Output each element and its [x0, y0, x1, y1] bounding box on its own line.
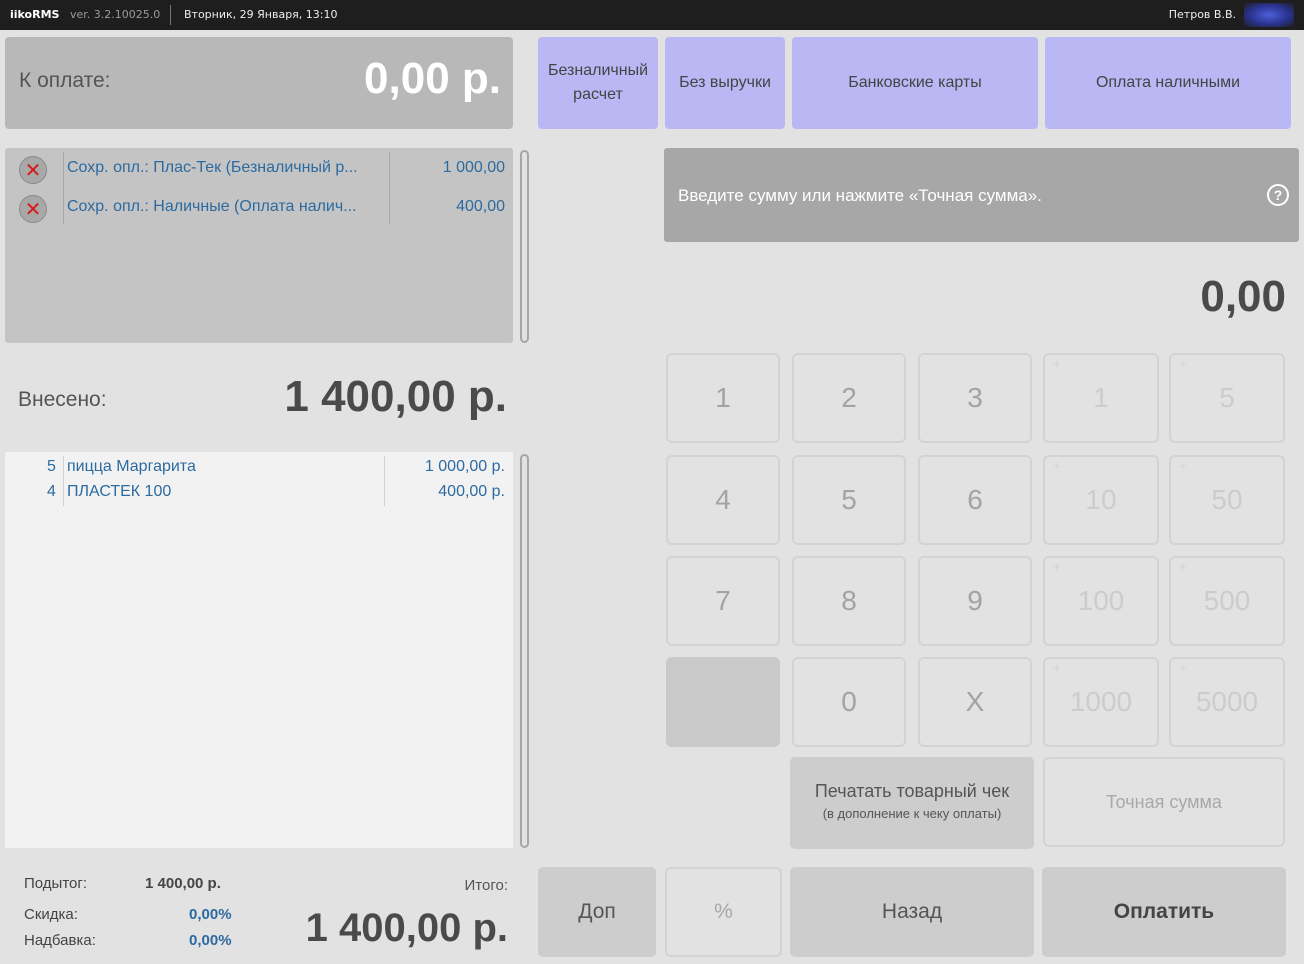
quick-add-1000[interactable]: +1000: [1043, 657, 1159, 747]
item-name: ПЛАСТЕК 100: [67, 483, 172, 500]
total-label: Итого:: [464, 877, 508, 894]
app-version: ver. 3.2.10025.0: [70, 8, 161, 21]
quick-add-value: 1: [1093, 382, 1109, 413]
plus-icon: +: [1053, 356, 1061, 371]
saved-payment-row[interactable]: ✕ Сохр. опл.: Плас-Тек (Безналичный р...…: [5, 154, 513, 184]
print-receipt-title: Печатать товарный чек: [814, 781, 1010, 801]
instruction-banner: Введите сумму или нажмите «Точная сумма»…: [664, 148, 1299, 242]
saved-payment-label: Сохр. опл.: Плас-Тек (Безналичный р...: [67, 159, 358, 176]
quick-add-value: 10: [1085, 484, 1117, 515]
user-name: Петров В.В.: [1168, 8, 1236, 21]
saved-payments-list: ✕ Сохр. опл.: Плас-Тек (Безналичный р...…: [5, 148, 513, 343]
item-amount: 400,00 р.: [438, 483, 505, 500]
order-items-list: 5 пицца Маргарита 1 000,00 р. 4 ПЛАСТЕК …: [5, 452, 513, 848]
plus-icon: +: [1179, 660, 1187, 675]
payment-no-revenue-button[interactable]: Без выручки: [665, 37, 785, 129]
quick-add-1[interactable]: +1: [1043, 353, 1159, 443]
quick-add-value: 5000: [1195, 686, 1259, 717]
pay-button[interactable]: Оплатить: [1042, 867, 1286, 957]
top-bar: iikoRMS ver. 3.2.10025.0 Вторник, 29 Янв…: [0, 0, 1304, 30]
item-name: пицца Маргарита: [67, 458, 196, 475]
totals-panel: Подытог: 1 400,00 р. Скидка: 0,00% Надба…: [5, 856, 513, 960]
saved-payment-row[interactable]: ✕ Сохр. опл.: Наличные (Оплата налич... …: [5, 193, 513, 223]
order-items-scrollbar[interactable]: [520, 454, 529, 848]
key-2[interactable]: 2: [792, 353, 906, 443]
order-item-row[interactable]: 4 ПЛАСТЕК 100 400,00 р.: [5, 481, 513, 506]
payment-cashless-button[interactable]: Безналичный расчет: [538, 37, 658, 129]
help-icon[interactable]: ?: [1267, 184, 1289, 206]
plus-icon: +: [1179, 559, 1187, 574]
instruction-text: Введите сумму или нажмите «Точная сумма»…: [678, 186, 1042, 205]
quick-add-value: 5: [1219, 382, 1235, 413]
to-pay-label: К оплате:: [19, 69, 111, 92]
quick-add-value: 500: [1203, 585, 1251, 616]
print-receipt-subtitle: (в дополнение к чеку оплаты): [822, 806, 1002, 821]
date-time: Вторник, 29 Января, 13:10: [184, 8, 338, 21]
quick-add-10[interactable]: +10: [1043, 455, 1159, 545]
quick-add-value: 100: [1077, 585, 1125, 616]
app-brand: iikoRMS: [10, 8, 60, 21]
key-5[interactable]: 5: [792, 455, 906, 545]
quick-add-5[interactable]: +5: [1169, 353, 1285, 443]
exact-amount-button[interactable]: Точная сумма: [1043, 757, 1285, 847]
to-pay-value: 0,00 р.: [364, 54, 501, 103]
key-0[interactable]: 0: [792, 657, 906, 747]
key-9[interactable]: 9: [918, 556, 1032, 646]
divider: [170, 5, 171, 25]
to-pay-panel: К оплате: 0,00 р.: [5, 37, 513, 129]
deposited-label: Внесено:: [18, 388, 107, 411]
item-amount: 1 000,00 р.: [424, 458, 505, 475]
saved-payment-amount: 400,00: [456, 198, 505, 215]
total-value: 1 400,00 р.: [305, 906, 508, 950]
plus-icon: +: [1179, 356, 1187, 371]
key-6[interactable]: 6: [918, 455, 1032, 545]
remove-payment-icon[interactable]: ✕: [19, 195, 47, 223]
print-receipt-button[interactable]: Печатать товарный чек (в дополнение к че…: [790, 757, 1034, 849]
more-button[interactable]: Доп: [538, 867, 656, 957]
user-avatar[interactable]: [1244, 3, 1294, 27]
plus-icon: +: [1179, 458, 1187, 473]
payment-bank-cards-button[interactable]: Банковские карты: [792, 37, 1038, 129]
plus-icon: +: [1053, 458, 1061, 473]
surcharge-label: Надбавка:: [24, 932, 96, 949]
quick-add-100[interactable]: +100: [1043, 556, 1159, 646]
key-4[interactable]: 4: [666, 455, 780, 545]
amount-entry-display: 0,00: [1200, 272, 1286, 321]
quick-add-50[interactable]: +50: [1169, 455, 1285, 545]
quick-add-500[interactable]: +500: [1169, 556, 1285, 646]
quick-add-5000[interactable]: +5000: [1169, 657, 1285, 747]
saved-payment-amount: 1 000,00: [442, 159, 505, 176]
back-button[interactable]: Назад: [790, 867, 1034, 957]
order-item-row[interactable]: 5 пицца Маргарита 1 000,00 р.: [5, 456, 513, 481]
item-qty: 5: [47, 458, 56, 475]
quick-add-value: 50: [1211, 484, 1243, 515]
surcharge-value: 0,00%: [189, 932, 232, 949]
key-clear[interactable]: X: [918, 657, 1032, 747]
saved-payments-scrollbar[interactable]: [520, 150, 529, 343]
key-8[interactable]: 8: [792, 556, 906, 646]
deposited-value: 1 400,00 р.: [284, 372, 507, 421]
plus-icon: +: [1053, 660, 1061, 675]
discount-label: Скидка:: [24, 906, 78, 923]
saved-payment-label: Сохр. опл.: Наличные (Оплата налич...: [67, 198, 357, 215]
quick-add-value: 1000: [1069, 686, 1133, 717]
payment-cash-button[interactable]: Оплата наличными: [1045, 37, 1291, 129]
subtotal-value: 1 400,00 р.: [145, 875, 221, 892]
discount-value: 0,00%: [189, 906, 232, 923]
percent-button[interactable]: %: [665, 867, 782, 957]
key-1[interactable]: 1: [666, 353, 780, 443]
plus-icon: +: [1053, 559, 1061, 574]
item-qty: 4: [47, 483, 56, 500]
key-3[interactable]: 3: [918, 353, 1032, 443]
key-blank: [666, 657, 780, 747]
key-7[interactable]: 7: [666, 556, 780, 646]
subtotal-label: Подытог:: [24, 875, 88, 892]
remove-payment-icon[interactable]: ✕: [19, 156, 47, 184]
